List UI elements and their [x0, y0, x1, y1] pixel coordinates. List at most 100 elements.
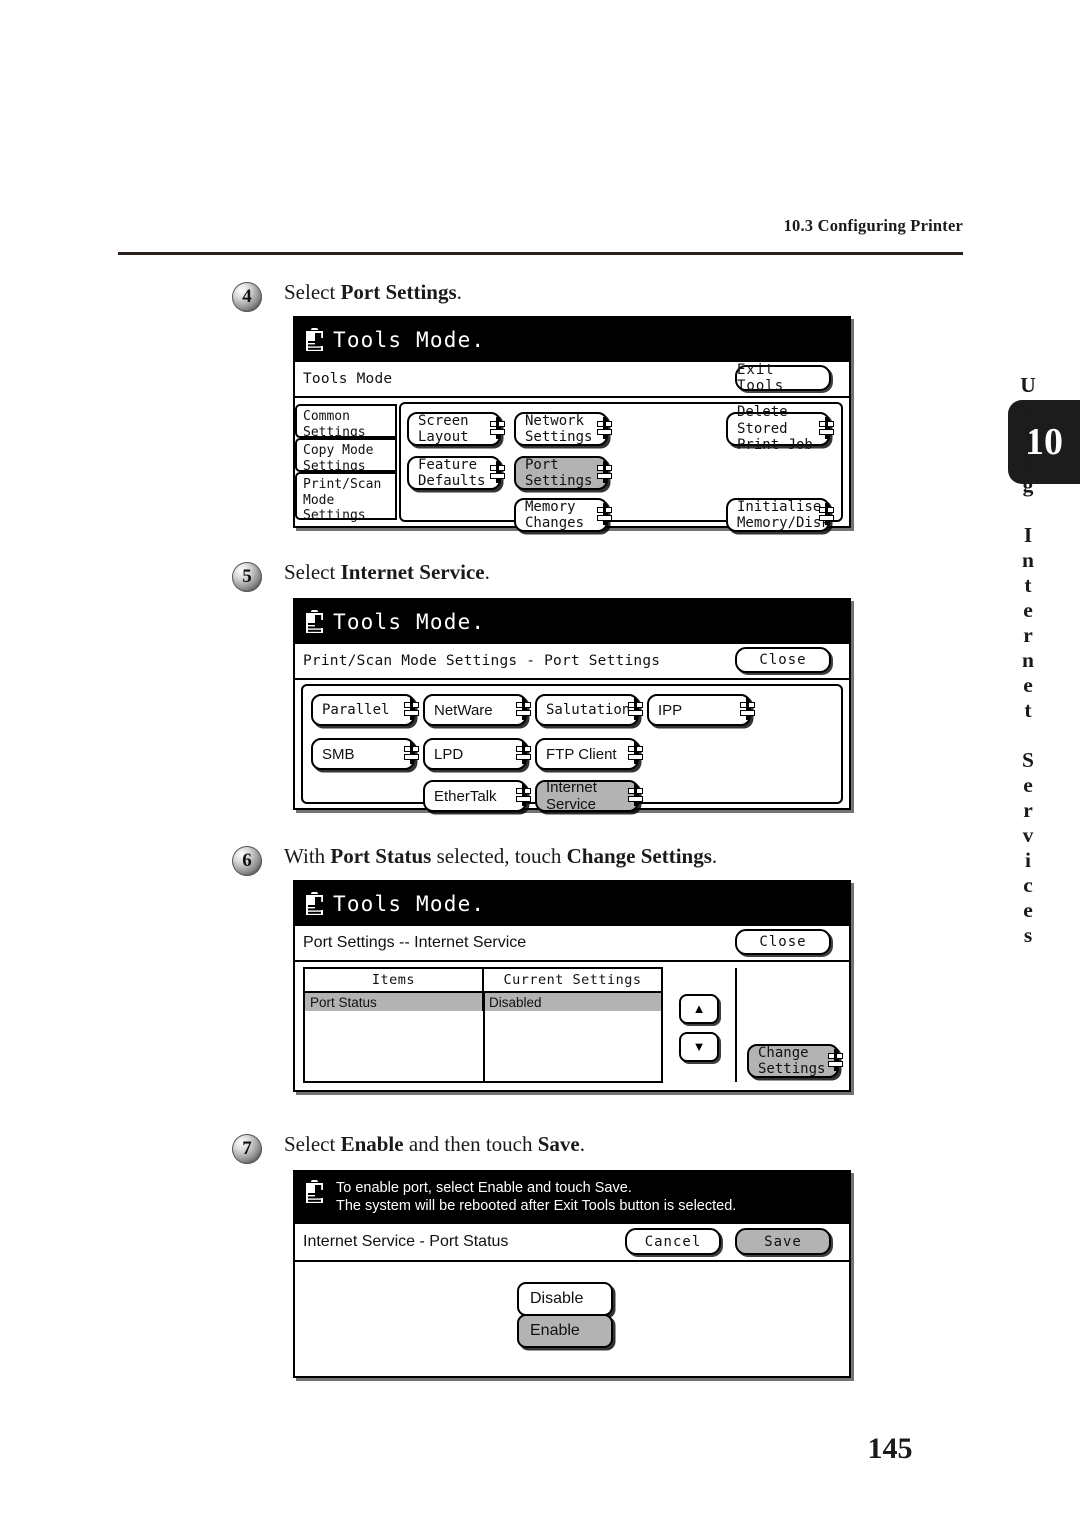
tools-clipboard-icon [305, 891, 327, 917]
up-arrow-icon: ▲ [692, 1001, 706, 1016]
button-parallel[interactable]: Parallel [311, 694, 419, 726]
save-button[interactable]: Save [735, 1228, 831, 1255]
step-5-subbar-label: Print/Scan Mode Settings - Port Settings [303, 653, 661, 669]
cancel-button[interactable]: Cancel [625, 1228, 721, 1255]
step-6-body: Items Current Settings Port Status Disab… [295, 962, 849, 1090]
step-5-title: Tools Mode. [333, 610, 486, 634]
step-4-titlebar: Tools Mode. [295, 318, 849, 362]
step-4-subbar: Tools Mode Exit Tools [295, 362, 849, 398]
button-lpd-label: LPD [434, 745, 464, 763]
step-7-text-bold: Enable [340, 1132, 404, 1156]
sidebar-item-print-scan-mode-settings[interactable]: Print/Scan Mode Settings [295, 472, 397, 523]
button-internet-service-label: Internet Service [546, 779, 597, 813]
button-smb[interactable]: SMB [311, 738, 419, 770]
table-header-current-settings: Current Settings [482, 969, 661, 991]
button-netware[interactable]: NetWare [423, 694, 531, 726]
sidebar-label-print-scan-mode-settings: Print/Scan Mode Settings [303, 477, 382, 523]
tools-clipboard-icon [305, 327, 327, 353]
step-7-panel: To enable port, select Enable and touch … [293, 1170, 851, 1378]
submenu-indicator-icon [828, 1049, 843, 1071]
step-5-bullet: 5 [232, 562, 262, 592]
step-5-text-bold: Internet Service [340, 560, 485, 584]
tools-clipboard-icon [305, 1179, 327, 1205]
step-7-message-bar: To enable port, select Enable and touch … [295, 1172, 849, 1224]
submenu-indicator-icon [628, 784, 643, 806]
step-7-subbar: Internet Service - Port Status Cancel Sa… [295, 1224, 849, 1262]
scroll-up-button[interactable]: ▲ [679, 994, 719, 1024]
button-screen-layout[interactable]: Screen Layout [407, 412, 505, 446]
down-arrow-icon: ▼ [692, 1039, 706, 1054]
step-5-text-after: . [484, 560, 490, 584]
step-7-text-mid: and then touch [403, 1132, 538, 1156]
step-4-text: Select Port Settings. [284, 280, 462, 305]
button-internet-service[interactable]: Internet Service [535, 779, 643, 813]
option-enable-label: Enable [530, 1322, 580, 1339]
step-7-body: Disable Enable [295, 1262, 849, 1376]
submenu-indicator-icon [819, 503, 834, 525]
button-ftp-client[interactable]: FTP Client [535, 738, 643, 770]
button-memory-changes[interactable]: Memory Changes [514, 498, 612, 532]
submenu-indicator-icon [628, 742, 643, 764]
button-port-settings-label: Port Settings [525, 456, 593, 490]
message-line-2: The system will be rebooted after Exit T… [336, 1198, 737, 1214]
change-settings-button[interactable]: Change Settings [747, 1044, 843, 1078]
button-feature-defaults-label: Feature Defaults [418, 456, 486, 490]
submenu-indicator-icon [597, 417, 612, 439]
button-lpd[interactable]: LPD [423, 738, 531, 770]
step-6-text: With Port Status selected, touch Change … [284, 844, 717, 869]
button-network-settings[interactable]: Network Settings [514, 412, 612, 446]
step-5-body: Parallel NetWare Salutation IPP SMB LPD [295, 680, 849, 813]
step-5-panel: Tools Mode. Print/Scan Mode Settings - P… [293, 598, 851, 813]
step-6-title: Tools Mode. [333, 892, 486, 916]
change-settings-label: Change Settings [758, 1044, 826, 1078]
submenu-indicator-icon [628, 698, 643, 720]
submenu-indicator-icon [404, 742, 419, 764]
submenu-indicator-icon [597, 461, 612, 483]
submenu-indicator-icon [819, 417, 834, 439]
scroll-down-button[interactable]: ▼ [679, 1032, 719, 1062]
button-feature-defaults[interactable]: Feature Defaults [407, 456, 505, 490]
exit-tools-button[interactable]: Exit Tools [735, 362, 831, 394]
button-salutation[interactable]: Salutation [535, 694, 643, 726]
option-enable-button[interactable]: Enable [517, 1314, 613, 1348]
button-ethertalk[interactable]: EtherTalk [423, 780, 531, 812]
cell-port-status: Port Status [305, 993, 482, 1011]
button-ipp-label: IPP [658, 701, 683, 719]
step-6-titlebar: Tools Mode. [295, 882, 849, 926]
submenu-indicator-icon [490, 417, 505, 439]
step-4-subbar-label: Tools Mode [303, 371, 393, 387]
settings-table: Items Current Settings Port Status Disab… [303, 967, 663, 1083]
running-header: 10.3 Configuring Printer [783, 216, 963, 235]
button-port-settings[interactable]: Port Settings [514, 456, 612, 490]
page-number: 145 [867, 1432, 913, 1465]
step-7-bullet: 7 [232, 1134, 262, 1164]
step-4-text-before: Select [284, 280, 341, 304]
close-button[interactable]: Close [735, 929, 831, 955]
panel-divider [735, 968, 737, 1082]
chapter-title: Using Internet Services [1016, 372, 1040, 948]
button-netware-label: NetWare [434, 701, 493, 719]
option-disable-button[interactable]: Disable [517, 1282, 613, 1316]
submenu-indicator-icon [516, 698, 531, 720]
submenu-indicator-icon [516, 742, 531, 764]
button-ipp[interactable]: IPP [647, 694, 755, 726]
sidebar-item-common-settings[interactable]: Common Settings [295, 404, 397, 440]
step-7-message-lines: To enable port, select Enable and touch … [336, 1179, 736, 1215]
button-delete-stored-print-job[interactable]: Delete Stored Print Job [726, 404, 834, 453]
button-parallel-label: Parallel [322, 701, 390, 718]
step-5-text-before: Select [284, 560, 341, 584]
step-4-text-bold: Port Settings [340, 280, 457, 304]
step-4-bullet: 4 [232, 282, 262, 312]
step-6-subbar: Port Settings -- Internet Service Close [295, 926, 849, 962]
step-6-text-before: With [284, 844, 331, 868]
button-initialise-memory-disk[interactable]: Initialise Memory/Disk [726, 498, 834, 532]
sidebar-item-copy-mode-settings[interactable]: Copy Mode Settings [295, 438, 397, 474]
submenu-indicator-icon [404, 698, 419, 720]
step-6-text-after: . [711, 844, 718, 868]
step-6-text-mid: selected, touch [431, 844, 567, 868]
step-4-title: Tools Mode. [333, 328, 486, 352]
close-button[interactable]: Close [735, 647, 831, 673]
step-5-text: Select Internet Service. [284, 560, 490, 585]
step-7-text: Select Enable and then touch Save. [284, 1132, 585, 1157]
step-7-text-after: . [579, 1132, 585, 1156]
